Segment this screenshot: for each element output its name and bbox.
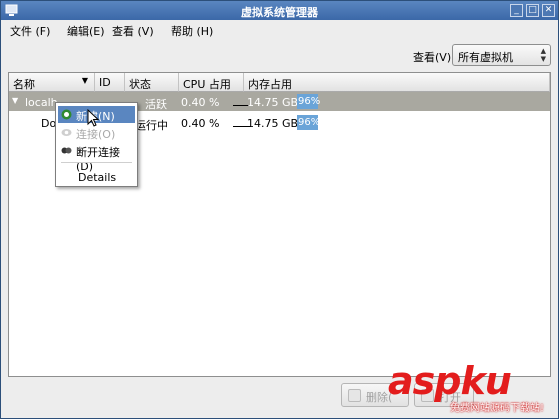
context-menu-separator: [61, 162, 132, 163]
sort-descending-icon: ▼: [81, 76, 88, 85]
title-bar: 虚拟系统管理器 _ □ ✕: [1, 1, 558, 20]
row-name: localh: [25, 96, 58, 109]
memory-usage-bar: 96%: [297, 94, 321, 109]
watermark-logo: aspku 免费网站源码下载站!: [388, 359, 545, 414]
minimize-button[interactable]: _: [510, 4, 523, 17]
row-status: 活跃: [145, 98, 167, 111]
context-menu-disconnect[interactable]: 断开连接(D): [58, 142, 135, 173]
app-window: 虚拟系统管理器 _ □ ✕ 文件 (F) 编辑(E) 查看 (V) 帮助 (H)…: [0, 0, 559, 419]
disconnect-icon: [61, 147, 72, 154]
view-filter-select[interactable]: 所有虚拟机 ▲ ▼: [452, 44, 551, 66]
close-button[interactable]: ✕: [542, 4, 555, 17]
maximize-button[interactable]: □: [526, 4, 539, 17]
watermark-tagline: 免费网站源码下载站!: [450, 403, 545, 414]
row-cpu: 0.40 %: [181, 117, 220, 130]
memory-usage-bar: 96%: [297, 115, 321, 130]
menu-help[interactable]: 帮助 (H): [171, 23, 213, 39]
mouse-cursor-icon: [87, 109, 99, 127]
connect-icon: [61, 129, 72, 136]
window-title: 虚拟系统管理器: [241, 6, 318, 19]
row-cpu: 0.40 %: [181, 96, 220, 109]
menu-view[interactable]: 查看 (V): [112, 23, 154, 39]
row-name: Do: [41, 117, 57, 130]
view-filter-value: 所有虚拟机: [458, 51, 513, 64]
row-status: 运行中: [135, 119, 168, 132]
expander-open-icon[interactable]: ▼: [12, 96, 18, 105]
delete-icon: [348, 389, 361, 402]
column-header-memory[interactable]: 内存占用: [244, 73, 550, 92]
view-filter-label: 查看(V):: [413, 51, 455, 64]
menu-bar: 文件 (F) 编辑(E) 查看 (V) 帮助 (H): [1, 20, 558, 40]
view-toolbar: 查看(V): 所有虚拟机 ▲ ▼: [1, 40, 558, 70]
menu-file[interactable]: 文件 (F): [10, 23, 50, 39]
column-header-status[interactable]: 状态: [125, 73, 179, 92]
context-menu-details[interactable]: Details: [58, 169, 135, 186]
row-memory: 14.75 GB: [247, 96, 299, 109]
row-memory: 14.75 GB: [247, 117, 299, 130]
select-arrows-icon: ▲ ▼: [540, 47, 546, 63]
column-header-cpu[interactable]: CPU 占用: [179, 73, 244, 92]
column-header-id[interactable]: ID: [95, 73, 125, 92]
menu-edit[interactable]: 编辑(E): [67, 23, 105, 39]
new-connection-icon: [61, 109, 72, 120]
column-header-name[interactable]: 名称 ▼: [9, 73, 95, 92]
